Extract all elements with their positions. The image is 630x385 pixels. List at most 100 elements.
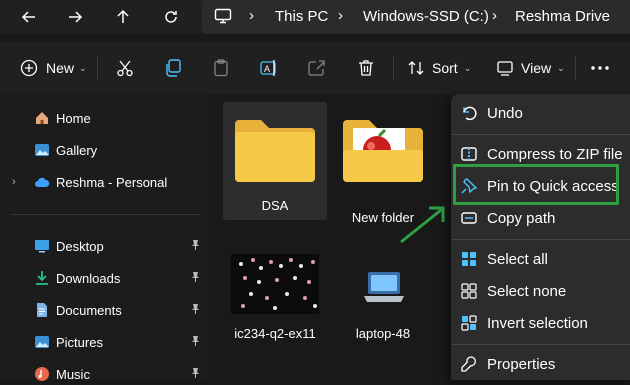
sidebar-item-documents[interactable]: Documents bbox=[34, 299, 122, 321]
clipboard-icon bbox=[211, 58, 231, 78]
file-name: laptop-48 bbox=[355, 326, 411, 341]
sidebar-item-gallery[interactable]: Gallery bbox=[34, 139, 97, 161]
properties-icon bbox=[459, 354, 479, 374]
expand-chevron-icon[interactable]: › bbox=[12, 176, 16, 188]
file-item-laptop-48[interactable]: laptop-48 bbox=[331, 242, 435, 360]
copy-path-icon bbox=[459, 208, 479, 228]
sidebar-item-label: Home bbox=[56, 110, 91, 126]
file-name: DSA bbox=[261, 198, 289, 213]
menu-item-copy-path[interactable]: Copy path bbox=[459, 204, 628, 232]
sidebar-item-label: Reshma - Personal bbox=[56, 174, 168, 190]
more-options-button[interactable] bbox=[590, 54, 610, 82]
chevron-right-icon: › bbox=[338, 7, 343, 24]
new-button[interactable]: New ⌄ bbox=[20, 54, 87, 82]
sort-button[interactable]: Sort ⌄ bbox=[407, 54, 471, 82]
menu-item-select-all[interactable]: Select all bbox=[459, 245, 628, 273]
rename-icon: A bbox=[259, 58, 279, 78]
folder-icon bbox=[231, 114, 319, 193]
address-row: › This PC › Windows-SSD (C:) › Reshma Dr… bbox=[0, 0, 630, 34]
pin-icon bbox=[190, 303, 201, 317]
divider bbox=[393, 56, 394, 80]
breadcrumb-this-pc[interactable]: This PC bbox=[275, 8, 328, 25]
chevron-right-icon: › bbox=[249, 7, 254, 24]
copy-icon bbox=[163, 58, 183, 78]
breadcrumb-drive[interactable]: Windows-SSD (C:) bbox=[363, 8, 489, 25]
folder-with-apple-icon bbox=[339, 114, 427, 193]
divider bbox=[451, 344, 630, 345]
menu-item-properties[interactable]: Properties bbox=[459, 350, 628, 378]
chevron-down-icon: ⌄ bbox=[557, 62, 565, 73]
zip-icon bbox=[459, 144, 479, 164]
command-bar: New ⌄ A Sort ⌄ View ⌄ bbox=[0, 42, 630, 94]
select-none-icon bbox=[459, 281, 479, 301]
cloud-icon bbox=[34, 174, 50, 190]
sidebar-item-desktop[interactable]: Desktop bbox=[34, 235, 104, 257]
file-item-ic234[interactable]: ic234-q2-ex11 bbox=[223, 242, 327, 360]
menu-item-label: Properties bbox=[487, 355, 556, 373]
menu-item-select-none[interactable]: Select none bbox=[459, 277, 628, 305]
menu-item-label: Invert selection bbox=[487, 314, 588, 332]
sort-arrows-icon bbox=[407, 59, 425, 77]
divider bbox=[451, 134, 630, 135]
menu-item-label: Select all bbox=[487, 250, 548, 268]
paste-button[interactable] bbox=[211, 54, 231, 82]
document-icon bbox=[34, 302, 50, 318]
cut-button[interactable] bbox=[115, 54, 135, 82]
annotation-highlight-box bbox=[453, 164, 619, 205]
back-arrow-icon[interactable] bbox=[18, 7, 40, 27]
sidebar-item-label: Gallery bbox=[56, 142, 98, 158]
sidebar-item-downloads[interactable]: Downloads bbox=[34, 267, 120, 289]
sidebar-item-label: Desktop bbox=[56, 238, 104, 254]
address-bar[interactable]: › This PC › Windows-SSD (C:) › Reshma Dr… bbox=[202, 0, 630, 34]
copy-button[interactable] bbox=[163, 54, 183, 82]
delete-button[interactable] bbox=[356, 54, 376, 82]
divider bbox=[10, 214, 200, 215]
sort-label: Sort bbox=[432, 60, 458, 76]
file-name: ic234-q2-ex11 bbox=[234, 326, 316, 341]
desktop-icon bbox=[34, 238, 50, 254]
pin-icon bbox=[190, 335, 201, 349]
trash-icon bbox=[356, 58, 376, 78]
view-label: View bbox=[521, 60, 552, 76]
rename-button[interactable]: A bbox=[259, 54, 279, 82]
chevron-right-icon: › bbox=[492, 7, 497, 24]
menu-item-label: Copy path bbox=[487, 209, 556, 227]
laptop-icon bbox=[363, 270, 405, 311]
share-icon bbox=[307, 58, 327, 78]
pin-icon bbox=[190, 367, 201, 381]
monitor-icon bbox=[214, 8, 232, 29]
home-icon bbox=[34, 110, 50, 126]
view-button[interactable]: View ⌄ bbox=[496, 54, 565, 82]
file-item-dsa[interactable]: DSA bbox=[223, 102, 327, 220]
menu-item-label: Select none bbox=[487, 282, 567, 300]
menu-item-label: Undo bbox=[487, 104, 523, 122]
scatter-thumbnail-icon bbox=[231, 254, 319, 319]
menu-item-undo[interactable]: Undo bbox=[459, 99, 628, 127]
menu-item-invert-selection[interactable]: Invert selection bbox=[459, 309, 628, 337]
sidebar-item-pictures[interactable]: Pictures bbox=[34, 331, 103, 353]
share-button[interactable] bbox=[307, 54, 327, 82]
divider bbox=[575, 56, 576, 80]
download-icon bbox=[34, 270, 50, 286]
sidebar-item-label: Documents bbox=[56, 302, 122, 318]
sidebar-item-home[interactable]: Home bbox=[34, 107, 91, 129]
invert-selection-icon bbox=[459, 313, 479, 333]
sidebar-item-label: Downloads bbox=[56, 270, 121, 286]
new-label: New bbox=[46, 60, 75, 76]
up-arrow-icon[interactable] bbox=[112, 7, 134, 27]
svg-text:A: A bbox=[264, 64, 270, 74]
sidebar-item-music[interactable]: Music bbox=[34, 363, 90, 385]
refresh-icon[interactable] bbox=[160, 7, 182, 27]
sidebar-item-onedrive[interactable]: Reshma - Personal bbox=[34, 171, 167, 193]
plus-circle-icon bbox=[20, 59, 38, 77]
navigation-pane: Home Gallery › Reshma - Personal Desktop… bbox=[0, 94, 207, 382]
gallery-icon bbox=[34, 142, 50, 158]
breadcrumb-folder[interactable]: Reshma Drive bbox=[515, 8, 610, 25]
scissors-icon bbox=[115, 58, 135, 78]
forward-arrow-icon[interactable] bbox=[64, 7, 86, 27]
sidebar-item-label: Music bbox=[56, 366, 90, 382]
chevron-down-icon: ⌄ bbox=[79, 62, 87, 73]
select-all-icon bbox=[459, 249, 479, 269]
pin-icon bbox=[190, 239, 201, 253]
pictures-icon bbox=[34, 334, 50, 350]
